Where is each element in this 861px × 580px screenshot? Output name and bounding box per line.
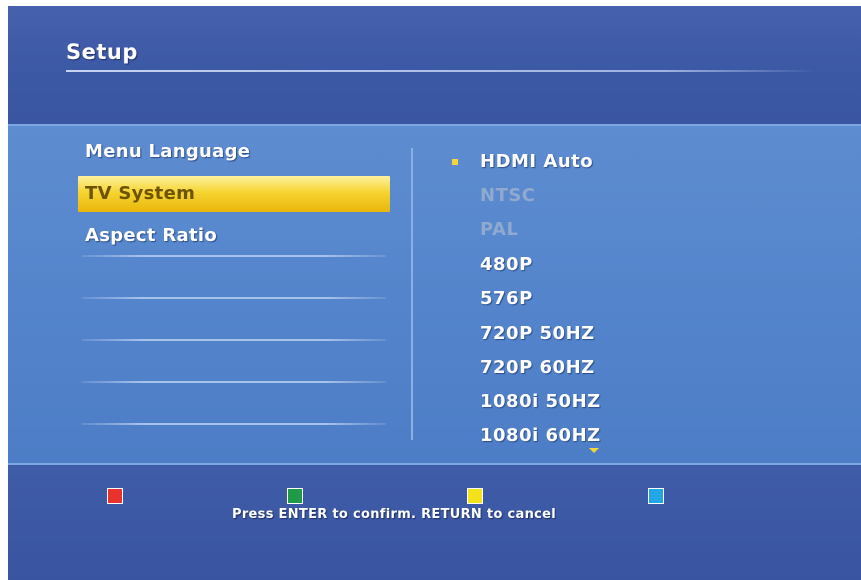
footer-hint: Press ENTER to confirm. RETURN to cancel xyxy=(232,507,557,522)
option-hdmi-auto[interactable]: HDMI Auto xyxy=(480,147,593,177)
menu-item-menu-language[interactable]: Menu Language xyxy=(78,134,390,170)
title-divider xyxy=(66,70,816,72)
option-1080i-50hz[interactable]: 1080i 50HZ xyxy=(480,387,601,417)
arrow-down-icon xyxy=(589,448,599,453)
header: Setup xyxy=(8,6,861,124)
panel-divider xyxy=(411,148,413,440)
option-pal: PAL xyxy=(480,219,519,240)
yellow-key-icon xyxy=(467,488,483,504)
blue-key-icon xyxy=(648,488,664,504)
option-1080i-60hz[interactable]: 1080i 60HZ xyxy=(480,421,601,451)
menu-separator xyxy=(82,255,386,257)
red-key-icon xyxy=(107,488,123,504)
menu-separator xyxy=(82,339,386,341)
option-480p[interactable]: 480P xyxy=(480,250,533,280)
menu-separator xyxy=(82,297,386,299)
footer: Press ENTER to confirm. RETURN to cancel xyxy=(8,465,861,580)
option-ntsc: NTSC xyxy=(480,185,536,206)
menu-separator xyxy=(82,381,386,383)
current-selection-bullet-icon xyxy=(452,159,458,165)
menu-item-aspect-ratio[interactable]: Aspect Ratio xyxy=(78,218,390,254)
settings-panel: Menu Language TV System Aspect Ratio HDM… xyxy=(8,124,861,465)
green-key-icon xyxy=(287,488,303,504)
menu-item-tv-system[interactable]: TV System xyxy=(78,176,390,212)
page-title: Setup xyxy=(66,40,138,64)
setup-screen: Setup Menu Language TV System Aspect Rat… xyxy=(8,6,861,580)
menu-separator xyxy=(82,423,386,425)
option-720p-50hz[interactable]: 720P 50HZ xyxy=(480,319,595,349)
option-576p[interactable]: 576P xyxy=(480,284,533,314)
option-720p-60hz[interactable]: 720P 60HZ xyxy=(480,353,595,383)
